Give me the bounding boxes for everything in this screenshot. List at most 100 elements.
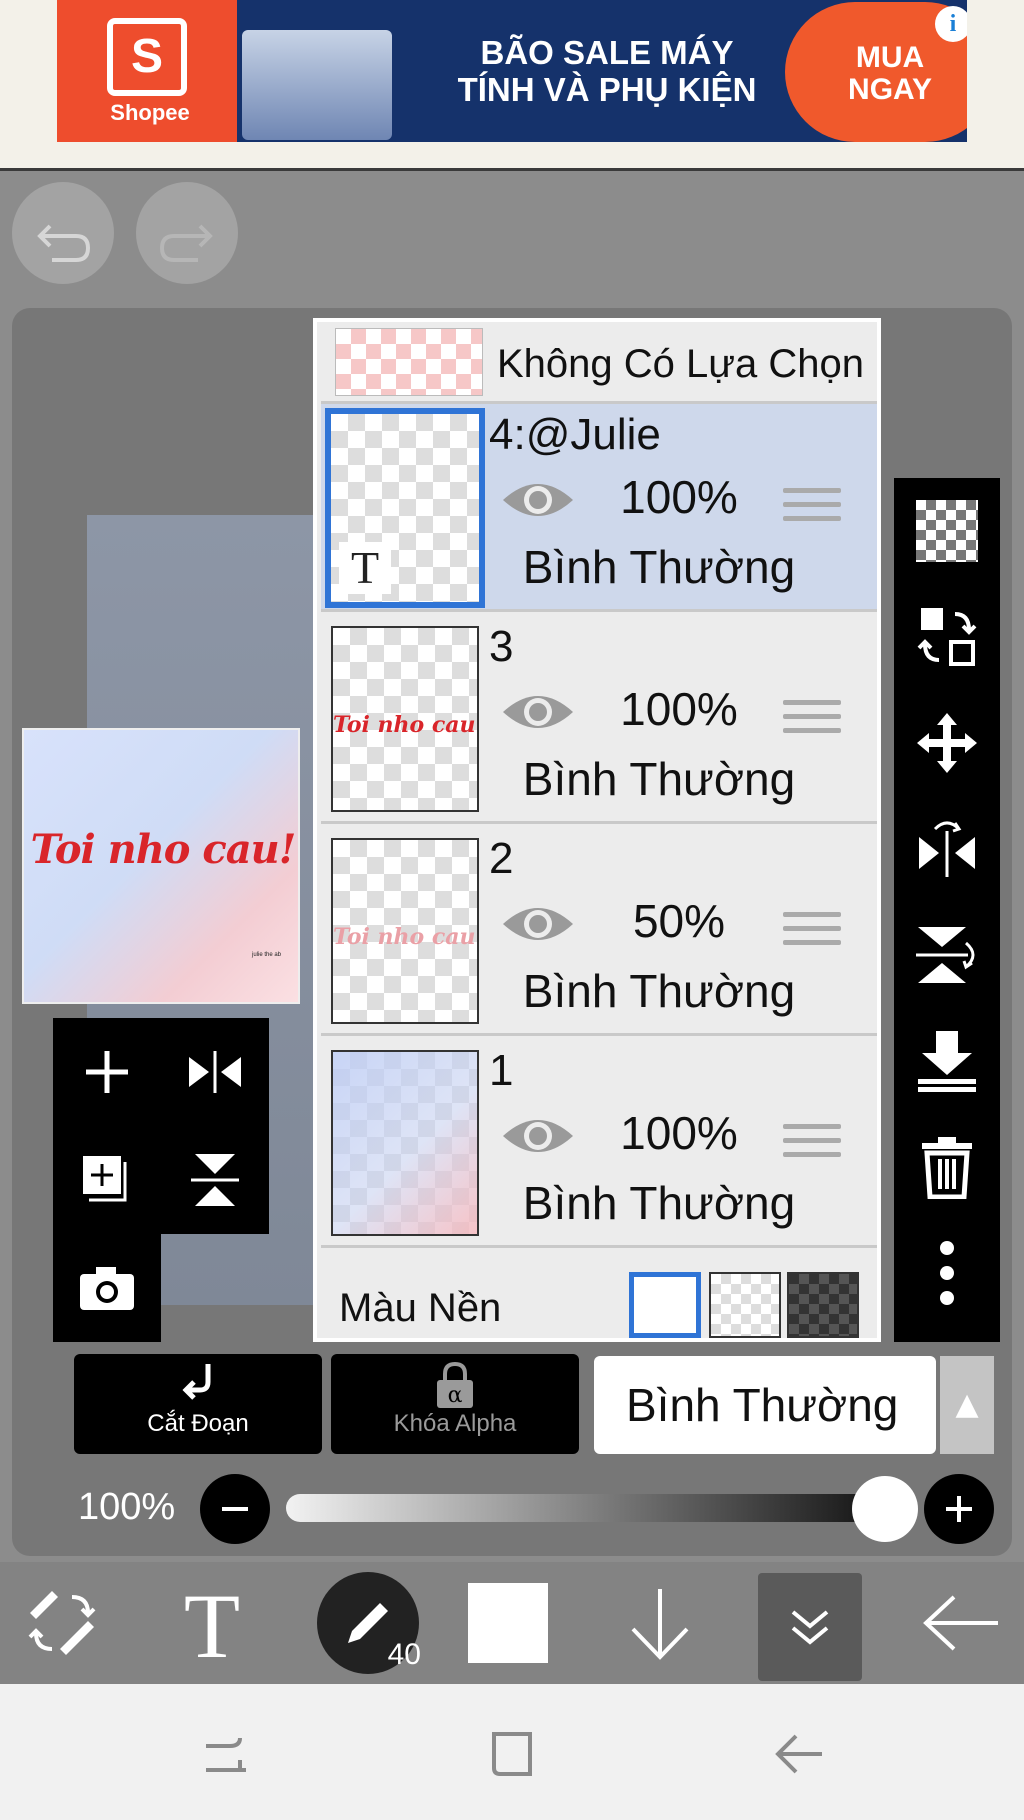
- current-color-swatch: [468, 1583, 548, 1663]
- merge-down-button[interactable]: [894, 1008, 1000, 1114]
- import-photo-button[interactable]: [53, 1234, 161, 1342]
- ad-cta-line2: NGAY: [848, 73, 932, 106]
- layer-opacity: 100%: [620, 1107, 738, 1159]
- selection-label: Không Có Lựa Chọn: [497, 342, 865, 386]
- recent-apps-icon: [206, 1737, 246, 1772]
- recent-apps-button[interactable]: [196, 1724, 256, 1784]
- color-button[interactable]: [446, 1562, 570, 1684]
- brush-size-button[interactable]: 40: [306, 1562, 430, 1684]
- visibility-eye-icon[interactable]: [501, 474, 575, 526]
- layer-tools-panel: [53, 1018, 269, 1234]
- layer-opacity: 100%: [620, 471, 738, 523]
- layer-name: 1: [489, 1046, 514, 1095]
- layer-thumbnail: T: [325, 408, 485, 608]
- layer-tools-panel-bottom: [53, 1234, 161, 1342]
- flip-vertical-button[interactable]: [161, 1126, 269, 1234]
- background-dark-swatch[interactable]: [787, 1272, 859, 1338]
- swap-icon: [917, 608, 977, 666]
- delete-layer-button[interactable]: [894, 1114, 1000, 1220]
- flip-vertical-icon: [916, 927, 975, 983]
- copy-layer-icon: [83, 1156, 127, 1202]
- flip-horizontal-button[interactable]: [161, 1018, 269, 1126]
- opacity-slider-thumb[interactable]: [852, 1476, 918, 1542]
- layer-name: 4:@Julie: [489, 410, 661, 459]
- drag-handle-icon[interactable]: [783, 488, 841, 528]
- back-button[interactable]: [900, 1562, 1024, 1684]
- clipping-label: Cắt Đoạn: [147, 1410, 249, 1437]
- lock-icon: α: [331, 1361, 579, 1410]
- layer-thumbnail: Toi nho cau: [331, 838, 479, 1024]
- opacity-slider[interactable]: [286, 1494, 886, 1522]
- layer-thumb-text: Toi nho cau: [333, 924, 476, 950]
- arrow-left-icon: [923, 1595, 998, 1651]
- layer-opacity: 50%: [632, 895, 726, 947]
- selection-layer-row[interactable]: Không Có Lựa Chọn: [321, 322, 877, 404]
- alpha-lock-label: Khóa Alpha: [393, 1410, 517, 1437]
- swap-layers-button[interactable]: [894, 584, 1000, 690]
- opacity-increase-button[interactable]: [924, 1474, 994, 1544]
- svg-text:α: α: [448, 1383, 463, 1408]
- opacity-decrease-button[interactable]: [200, 1474, 270, 1544]
- layer-row[interactable]: Toi nho cau 2 50% Bình Thường: [321, 828, 877, 1036]
- drag-handle-icon[interactable]: [783, 912, 841, 952]
- clip-arrow-icon: [74, 1362, 322, 1410]
- layer-thumbnail: [331, 1050, 479, 1236]
- flip-horizontal-icon: [189, 1051, 241, 1093]
- checkerboard-icon: [916, 500, 978, 562]
- triangle-up-icon[interactable]: ▲: [940, 1356, 994, 1454]
- ad-info-icon[interactable]: i: [935, 6, 967, 42]
- undo-button[interactable]: [12, 182, 114, 284]
- layer-row[interactable]: T 4:@Julie 100% Bình Thường: [321, 404, 877, 612]
- ad-area: S Shopee BÃO SALE MÁY TÍNH VÀ PHỤ KIỆN M…: [0, 0, 1024, 171]
- layer-thumb-text: Toi nho cau: [333, 712, 476, 738]
- navigator-preview[interactable]: Toi nho cau! julie the ab: [22, 728, 300, 1004]
- brush-icon: 40: [317, 1572, 421, 1674]
- ad-banner[interactable]: S Shopee BÃO SALE MÁY TÍNH VÀ PHỤ KIỆN M…: [57, 0, 967, 142]
- more-options-button[interactable]: [894, 1220, 1000, 1326]
- background-white-swatch[interactable]: [629, 1272, 701, 1338]
- alpha-lock-button[interactable]: α Khóa Alpha: [331, 1354, 579, 1454]
- add-layer-button[interactable]: [53, 1018, 161, 1126]
- system-back-button[interactable]: [768, 1724, 828, 1784]
- drag-handle-icon[interactable]: [783, 1124, 841, 1164]
- ad-headline-line1: BÃO SALE MÁY: [480, 34, 734, 71]
- layer-row[interactable]: 1 100% Bình Thường: [321, 1040, 877, 1248]
- ad-brand: Shopee: [110, 100, 190, 125]
- visibility-eye-icon[interactable]: [501, 686, 575, 738]
- pen-eraser-swap-icon: [28, 1591, 96, 1655]
- merge-down-icon: [918, 1031, 976, 1092]
- more-vertical-icon: [940, 1241, 954, 1305]
- flip-layer-vertical-button[interactable]: [894, 902, 1000, 1008]
- brush-eraser-toggle-button[interactable]: [0, 1562, 124, 1684]
- flip-layer-horizontal-button[interactable]: [894, 796, 1000, 902]
- opacity-value: 100%: [78, 1486, 176, 1528]
- arrow-down-icon: [631, 1589, 689, 1660]
- visibility-eye-icon[interactable]: [501, 898, 575, 950]
- home-icon: [492, 1732, 532, 1776]
- background-transparent-swatch[interactable]: [709, 1272, 781, 1338]
- blend-mode-value: Bình Thường: [626, 1379, 899, 1431]
- bottom-toolbar: T 40: [0, 1562, 1024, 1684]
- redo-button[interactable]: [136, 182, 238, 284]
- preview-text: Toi nho cau!: [30, 826, 297, 873]
- move-icon: [917, 713, 977, 773]
- redo-icon: [159, 224, 213, 262]
- clipping-button[interactable]: Cắt Đoạn: [74, 1354, 322, 1454]
- home-button[interactable]: [482, 1724, 542, 1784]
- move-button[interactable]: [894, 690, 1000, 796]
- drag-handle-icon[interactable]: [783, 700, 841, 740]
- blend-mode-select[interactable]: Bình Thường ▲: [594, 1356, 994, 1454]
- visibility-eye-icon[interactable]: [501, 1110, 575, 1162]
- trash-icon: [922, 1137, 972, 1199]
- apply-down-button[interactable]: [598, 1562, 722, 1684]
- duplicate-layer-button[interactable]: [53, 1126, 161, 1234]
- transparency-button[interactable]: [894, 478, 1000, 584]
- text-tool-icon: T: [184, 1581, 240, 1665]
- layer-row[interactable]: Toi nho cau 3 100% Bình Thường: [321, 616, 877, 824]
- collapse-panel-button[interactable]: [756, 1562, 864, 1684]
- expand-panel-control[interactable]: [758, 1572, 862, 1681]
- layer-opacity: 100%: [620, 683, 738, 735]
- layer-blend-mode: Bình Thường: [522, 541, 796, 593]
- ad-product-image: [242, 30, 392, 140]
- text-tool-button[interactable]: T: [150, 1562, 274, 1684]
